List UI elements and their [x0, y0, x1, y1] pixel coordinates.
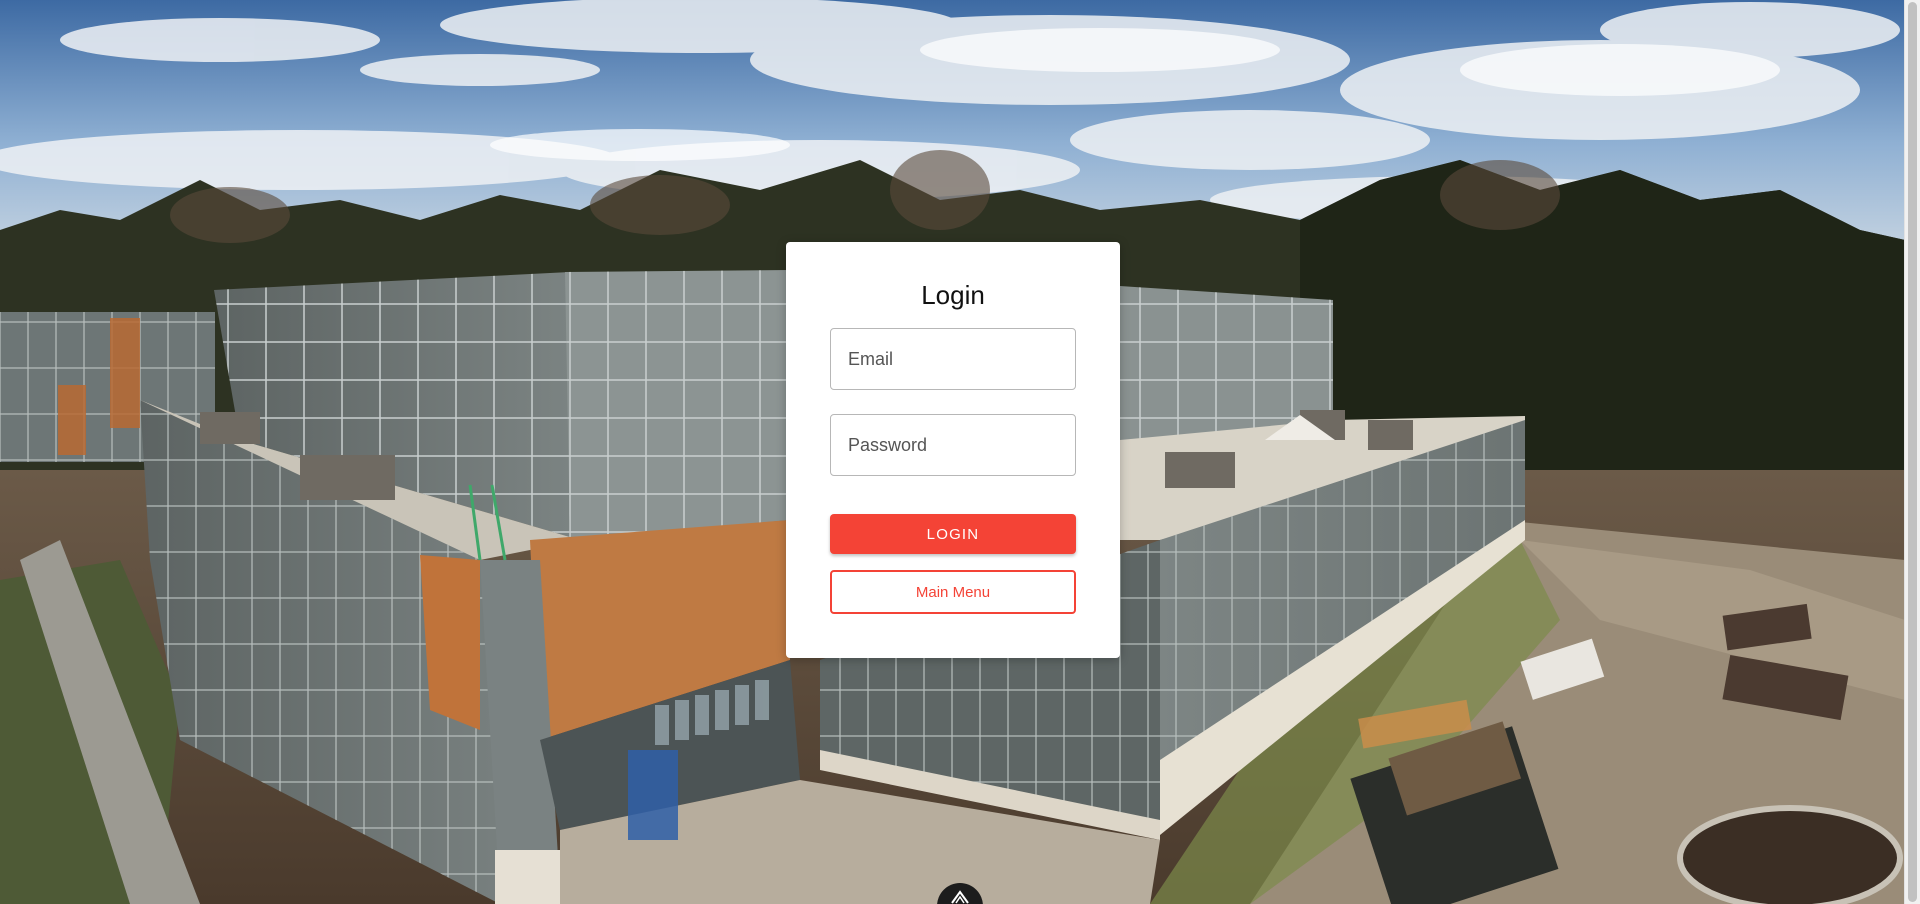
page: Login LOGIN Main Menu	[0, 0, 1905, 904]
password-field[interactable]	[831, 415, 1075, 475]
floating-logo-button[interactable]	[937, 883, 983, 904]
page-scrollbar[interactable]	[1904, 0, 1920, 904]
login-title: Login	[921, 280, 985, 310]
logo-mountain-icon	[951, 890, 969, 904]
email-field-container	[830, 328, 1076, 390]
main-menu-button[interactable]: Main Menu	[830, 570, 1076, 614]
login-button[interactable]: LOGIN	[830, 514, 1076, 554]
email-field[interactable]	[831, 329, 1075, 389]
scrollbar-thumb[interactable]	[1908, 2, 1917, 902]
login-card: Login LOGIN Main Menu	[786, 242, 1120, 658]
password-field-container	[830, 414, 1076, 476]
